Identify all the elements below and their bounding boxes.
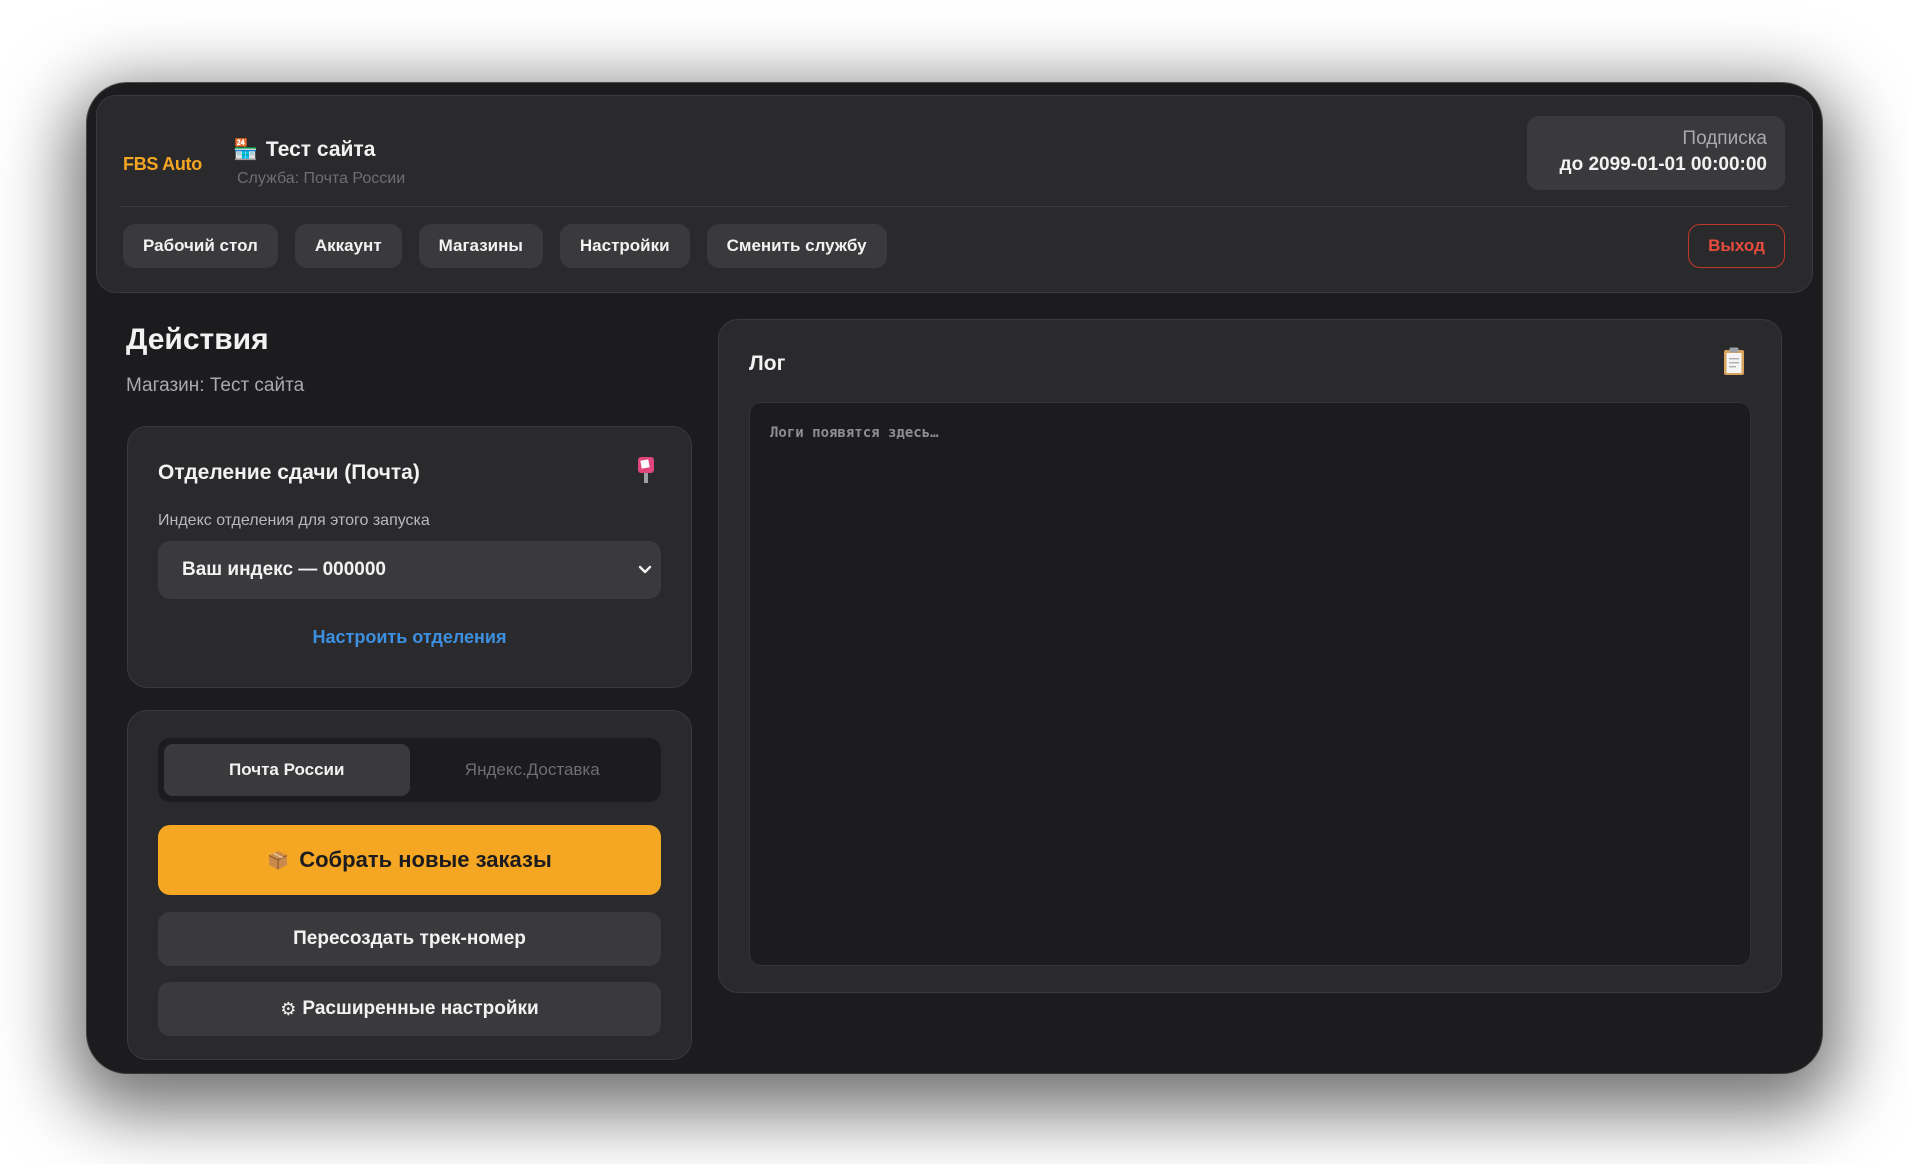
gear-icon: ⚙ — [280, 998, 297, 1019]
brand-logo: FBS Auto — [123, 154, 202, 174]
shop-name: Тест сайта — [265, 138, 376, 161]
postbox-icon — [638, 457, 654, 483]
app-window: FBS Auto 🏪 Тест сайта Служба: Почта Росс… — [87, 83, 1822, 1073]
log-placeholder: Логи появятся здесь… — [770, 425, 939, 441]
nav-account-button[interactable]: Аккаунт — [294, 224, 402, 268]
nav-desktop-button[interactable]: Рабочий стол — [123, 224, 278, 268]
actions-heading: Действия — [126, 323, 269, 356]
service-subtitle: Служба: Почта России — [237, 170, 406, 187]
advanced-settings-label: Расширенные настройки — [302, 998, 539, 1019]
clipboard-icon[interactable] — [1723, 346, 1745, 376]
log-card: Лог Логи появятся здесь… — [718, 319, 1782, 993]
office-card-title: Отделение сдачи (Почта) — [158, 461, 420, 484]
configure-offices-link[interactable]: Настроить отделения — [128, 627, 691, 648]
package-icon — [268, 851, 288, 870]
log-title: Лог — [749, 352, 786, 375]
office-card: Отделение сдачи (Почта) Индекс отделения… — [127, 426, 692, 688]
chevron-down-icon — [638, 565, 652, 574]
header-divider — [121, 206, 1788, 207]
log-output[interactable]: Логи появятся здесь… — [749, 402, 1751, 966]
subscription-label: Подписка — [1682, 128, 1767, 149]
office-index-select[interactable]: Ваш индекс — 000000 — [158, 541, 661, 599]
office-index-selected: Ваш индекс — 000000 — [182, 559, 386, 580]
header: FBS Auto 🏪 Тест сайта Служба: Почта Росс… — [96, 95, 1813, 293]
shop-icon: 🏪 — [233, 139, 258, 161]
tab-russian-post[interactable]: Почта России — [164, 744, 410, 796]
run-card: Почта России Яндекс.Доставка Собрать нов… — [127, 710, 692, 1060]
tab-yandex-delivery[interactable]: Яндекс.Доставка — [410, 744, 656, 796]
nav-shops-button[interactable]: Магазины — [418, 224, 543, 268]
logout-button[interactable]: Выход — [1688, 224, 1785, 268]
office-index-label: Индекс отделения для этого запуска — [158, 512, 430, 529]
recreate-track-button[interactable]: Пересоздать трек-номер — [158, 912, 661, 966]
nav-settings-button[interactable]: Настройки — [559, 224, 690, 268]
subscription-value: до 2099-01-01 00:00:00 — [1559, 154, 1767, 175]
nav-bar: Рабочий стол Аккаунт Магазины Настройки … — [123, 224, 887, 268]
service-switch: Почта России Яндекс.Доставка — [158, 738, 661, 802]
actions-shop-line: Магазин: Тест сайта — [126, 375, 305, 396]
subscription-box: Подписка до 2099-01-01 00:00:00 — [1527, 116, 1785, 190]
collect-orders-button[interactable]: Собрать новые заказы — [158, 825, 661, 895]
collect-orders-label: Собрать новые заказы — [299, 847, 552, 872]
nav-change-service-button[interactable]: Сменить службу — [706, 224, 887, 268]
advanced-settings-button[interactable]: ⚙ Расширенные настройки — [158, 982, 661, 1036]
shop-title: 🏪 Тест сайта — [233, 138, 375, 162]
